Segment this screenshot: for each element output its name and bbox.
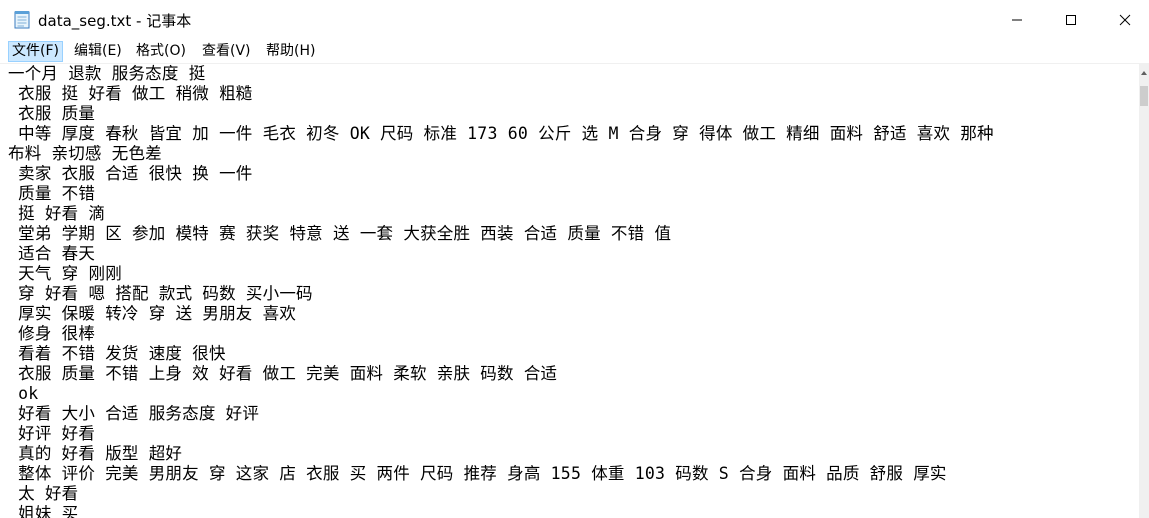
scrollbar-thumb[interactable] bbox=[1140, 86, 1148, 106]
title-bar[interactable]: data_seg.txt - 记事本 bbox=[0, 0, 1149, 40]
text-line: 卖家 衣服 合适 很快 换 一件 bbox=[8, 164, 253, 183]
close-icon bbox=[1119, 14, 1131, 26]
text-line: 质量 不错 bbox=[8, 184, 96, 203]
text-line: 衣服 挺 好看 做工 稍微 粗糙 bbox=[8, 84, 253, 103]
text-line: 适合 春天 bbox=[8, 244, 96, 263]
text-line: 布料 亲切感 无色差 bbox=[8, 144, 162, 163]
text-line: 修身 很棒 bbox=[8, 324, 96, 343]
text-line: 好评 好看 bbox=[8, 424, 96, 443]
text-line: 衣服 质量 不错 上身 效 好看 做工 完美 面料 柔软 亲肤 码数 合适 bbox=[8, 364, 558, 383]
menu-format[interactable]: 格式(O) bbox=[133, 41, 189, 62]
text-line: 整体 评价 完美 男朋友 穿 这家 店 衣服 买 两件 尺码 推荐 身高 155… bbox=[8, 464, 947, 483]
text-line: 堂弟 学期 区 参加 模特 赛 获奖 特意 送 一套 大获全胜 西装 合适 质量… bbox=[8, 224, 672, 243]
text-line: 好看 大小 合适 服务态度 好评 bbox=[8, 404, 260, 423]
minimize-icon bbox=[1012, 19, 1022, 21]
text-editor[interactable]: 一个月 退款 服务态度 挺 衣服 挺 好看 做工 稍微 粗糙 衣服 质量 中等 … bbox=[0, 64, 1139, 518]
notepad-window: data_seg.txt - 记事本 文件(F) 编辑(E) 格式(O) 查看(… bbox=[0, 0, 1149, 518]
text-line: 太 好看 bbox=[8, 484, 79, 503]
text-line: 厚实 保暖 转冷 穿 送 男朋友 喜欢 bbox=[8, 304, 297, 323]
menu-view[interactable]: 查看(V) bbox=[199, 41, 254, 62]
text-line: 中等 厚度 春秋 皆宜 加 一件 毛衣 初冬 OK 尺码 标准 173 60 公… bbox=[8, 124, 994, 143]
notepad-icon bbox=[14, 11, 30, 29]
text-line: ok bbox=[8, 384, 39, 403]
scroll-up-button[interactable] bbox=[1139, 64, 1149, 81]
maximize-icon bbox=[1066, 15, 1076, 25]
text-line: 看着 不错 发货 速度 很快 bbox=[8, 344, 226, 363]
text-line: 天气 穿 刚刚 bbox=[8, 264, 122, 283]
text-line: 衣服 质量 bbox=[8, 104, 96, 123]
text-line: 挺 好看 滴 bbox=[8, 204, 106, 223]
window-title: data_seg.txt - 记事本 bbox=[38, 12, 192, 30]
menu-edit[interactable]: 编辑(E) bbox=[71, 41, 125, 62]
chevron-up-icon bbox=[1141, 70, 1147, 75]
menu-bar: 文件(F) 编辑(E) 格式(O) 查看(V) 帮助(H) bbox=[0, 40, 1149, 64]
text-line: 一个月 退款 服务态度 挺 bbox=[8, 64, 206, 83]
maximize-button[interactable] bbox=[1044, 0, 1098, 40]
minimize-button[interactable] bbox=[990, 0, 1044, 40]
text-line: 穿 好看 嗯 搭配 款式 码数 买小一码 bbox=[8, 284, 313, 303]
editor-lines: 一个月 退款 服务态度 挺 衣服 挺 好看 做工 稍微 粗糙 衣服 质量 中等 … bbox=[8, 64, 1136, 518]
text-line: 真的 好看 版型 超好 bbox=[8, 444, 183, 463]
menu-file[interactable]: 文件(F) bbox=[8, 41, 63, 62]
vertical-scrollbar[interactable] bbox=[1139, 64, 1149, 518]
menu-help[interactable]: 帮助(H) bbox=[263, 41, 318, 62]
close-button[interactable] bbox=[1098, 0, 1149, 40]
text-line: 姐妹 买 bbox=[8, 504, 79, 518]
